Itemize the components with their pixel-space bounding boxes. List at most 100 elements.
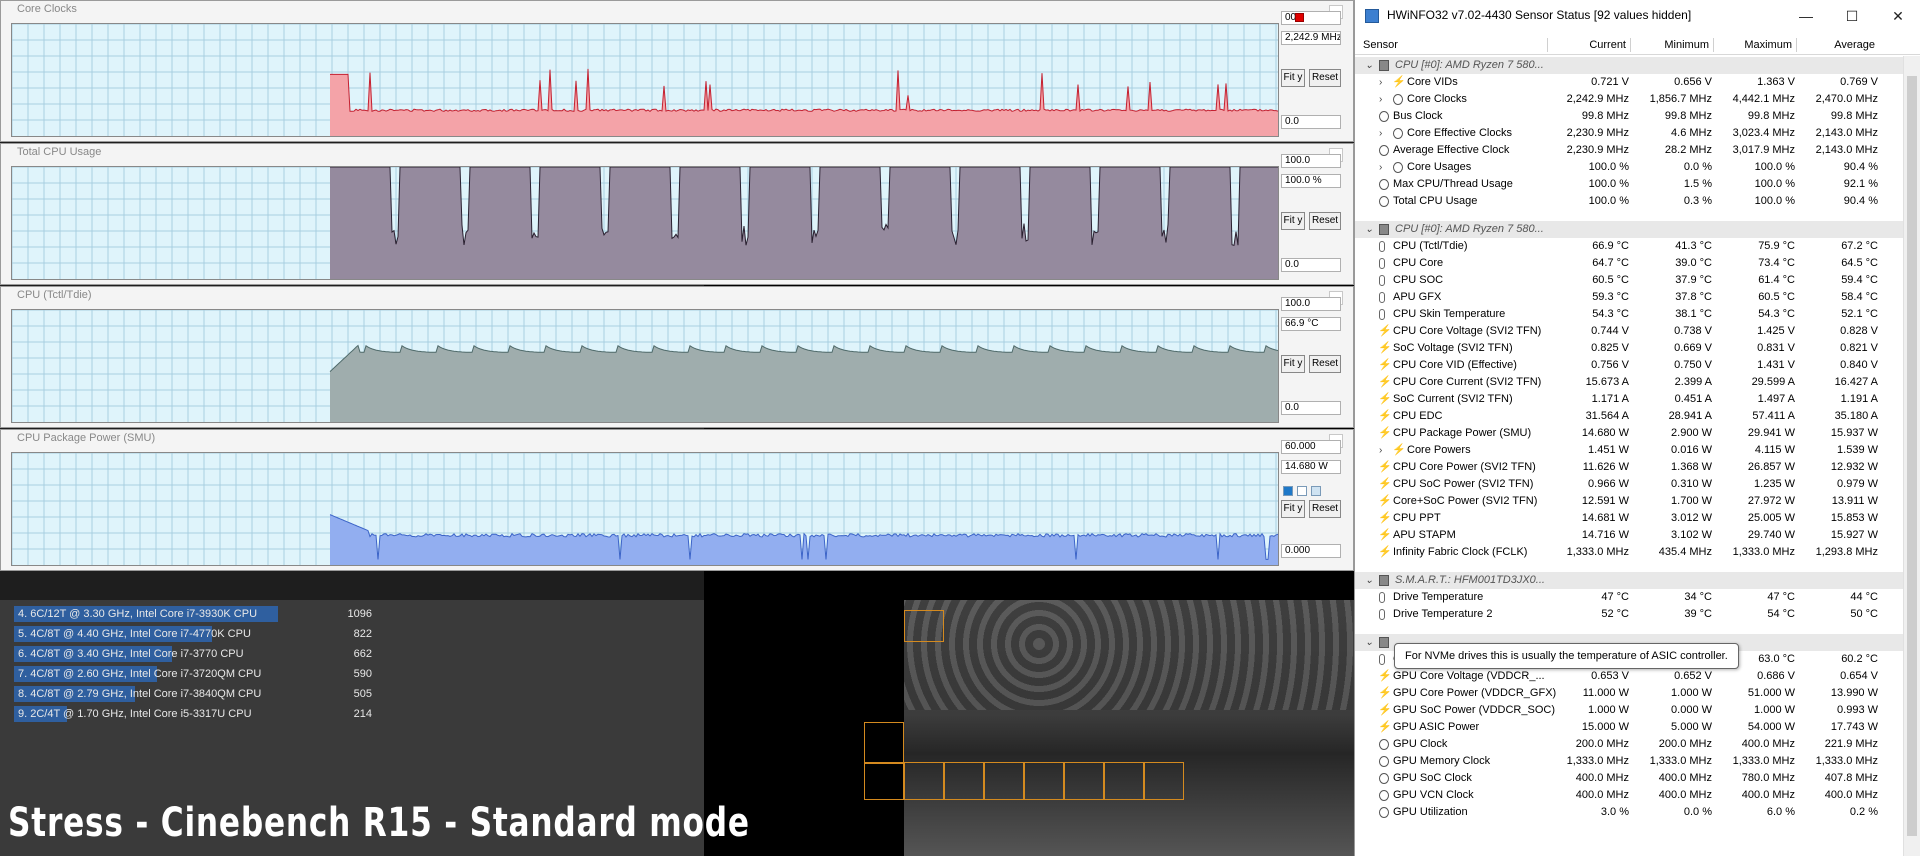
sensor-row[interactable]: › Core Effective Clocks 2,230.9 MHz 4.6 MHz… xyxy=(1355,125,1920,142)
collapse-chevron-icon[interactable]: ⌄ xyxy=(1365,572,1373,589)
sensor-row[interactable]: GPU Clock 200.0 MHz 200.0 MHz 400.0 MHz 221.… xyxy=(1355,736,1920,753)
scrollbar-thumb[interactable] xyxy=(1907,76,1917,836)
sensor-row[interactable]: SoC Voltage (SVI2 TFN) 0.825 V 0.669 V 0.83… xyxy=(1355,340,1920,357)
sensor-row[interactable]: APU GFX 59.3 °C 37.8 °C 60.5 °C 58.4 °C xyxy=(1355,289,1920,306)
column-maximum[interactable]: Maximum xyxy=(1714,36,1792,54)
sensor-row[interactable]: GPU Core Power (VDDCR_GFX) 11.000 W 1.000 … xyxy=(1355,685,1920,702)
fit-y-button[interactable]: Fit y xyxy=(1281,355,1305,373)
average-value: 1.539 W xyxy=(1837,444,1878,456)
maximize-button[interactable]: ☐ xyxy=(1829,0,1875,32)
column-current[interactable]: Current xyxy=(1548,36,1626,54)
sensor-row[interactable]: GPU ASIC Power 15.000 W 5.000 W 54.000 W 17.… xyxy=(1355,719,1920,736)
graph-area xyxy=(330,345,1278,422)
expand-chevron-icon[interactable]: › xyxy=(1379,442,1382,459)
close-button[interactable]: ✕ xyxy=(1875,0,1920,32)
graph-color-icon[interactable] xyxy=(1295,13,1304,22)
sensor-row[interactable]: CPU Core Current (SVI2 TFN) 15.673 A 2.399… xyxy=(1355,374,1920,391)
sensor-group-header[interactable]: ⌄ CPU [#0]: AMD Ryzen 7 580... xyxy=(1355,57,1920,74)
sensor-row[interactable]: CPU Core Power (SVI2 TFN) 11.626 W 1.368 W… xyxy=(1355,459,1920,476)
expand-chevron-icon[interactable]: › xyxy=(1379,91,1382,108)
reset-button[interactable]: Reset xyxy=(1309,69,1341,87)
average-value: 0.654 V xyxy=(1840,670,1878,682)
sensor-row[interactable]: GPU SoC Power (VDDCR_SOC) 1.000 W 0.000 W 1… xyxy=(1355,702,1920,719)
graph-min-value[interactable]: 0.0 xyxy=(1281,115,1341,129)
collapse-chevron-icon[interactable]: ⌄ xyxy=(1365,634,1373,651)
sensor-row[interactable]: CPU Package Power (SMU) 14.680 W 2.900 W 29… xyxy=(1355,425,1920,442)
sensor-row[interactable]: GPU Memory Clock 1,333.0 MHz 1,333.0 MHz 1,… xyxy=(1355,753,1920,770)
sensor-row[interactable]: › Core VIDs 0.721 V 0.656 V 1.363 V 0.769 V xyxy=(1355,74,1920,91)
sensor-row[interactable]: APU STAPM 14.716 W 3.102 W 29.740 W 15.927 W xyxy=(1355,527,1920,544)
sensor-group-header[interactable]: ⌄ CPU [#0]: AMD Ryzen 7 580... xyxy=(1355,221,1920,238)
sensor-group-header[interactable]: ⌄ S.M.A.R.T.: HFM001TD3JX0... xyxy=(1355,572,1920,589)
average-value: 2,143.0 MHz xyxy=(1815,144,1878,156)
column-sensor[interactable]: Sensor xyxy=(1363,36,1398,54)
graph-max-value[interactable]: 60.000 xyxy=(1281,440,1341,454)
column-average[interactable]: Average xyxy=(1797,36,1875,54)
collapse-chevron-icon[interactable]: ⌄ xyxy=(1365,57,1373,74)
sensor-row[interactable]: Drive Temperature 47 °C 34 °C 47 °C 44 °C xyxy=(1355,589,1920,606)
reset-button[interactable]: Reset xyxy=(1309,355,1341,373)
sensor-name: GPU Core Power (VDDCR_GFX) xyxy=(1393,687,1557,699)
sensor-row[interactable]: GPU Utilization 3.0 % 0.0 % 6.0 % 0.2 % xyxy=(1355,804,1920,821)
sensor-name: GPU Clock xyxy=(1393,738,1448,750)
column-minimum[interactable]: Minimum xyxy=(1631,36,1709,54)
fit-y-button[interactable]: Fit y xyxy=(1281,500,1305,518)
vertical-scrollbar[interactable] xyxy=(1903,56,1920,856)
maximum-value: 1,333.0 MHz xyxy=(1732,546,1795,558)
graph-max-value[interactable]: 100.0 xyxy=(1281,154,1341,168)
expand-chevron-icon[interactable]: › xyxy=(1379,74,1382,91)
graph-window-1[interactable]: Total CPU Usage 100.0 100.0 % 0.0 Fit y Reset xyxy=(0,143,1354,285)
sensor-row[interactable]: GPU Core Voltage (VDDCR_... 0.653 V 0.652 … xyxy=(1355,668,1920,685)
reset-button[interactable]: Reset xyxy=(1309,212,1341,230)
fit-y-button[interactable]: Fit y xyxy=(1281,212,1305,230)
graph-min-value[interactable]: 0.0 xyxy=(1281,401,1341,415)
collapse-chevron-icon[interactable]: ⌄ xyxy=(1365,221,1373,238)
sensor-row[interactable]: › Core Usages 100.0 % 0.0 % 100.0 % 90.4 % xyxy=(1355,159,1920,176)
sensor-row[interactable]: Bus Clock 99.8 MHz 99.8 MHz 99.8 MHz 99.8 MH… xyxy=(1355,108,1920,125)
sensor-row[interactable]: › Core Powers 1.451 W 0.016 W 4.115 W 1.539 W xyxy=(1355,442,1920,459)
sensor-row[interactable]: CPU SOC 60.5 °C 37.9 °C 61.4 °C 59.4 °C xyxy=(1355,272,1920,289)
sensor-row[interactable]: CPU Core Voltage (SVI2 TFN) 0.744 V 0.738 … xyxy=(1355,323,1920,340)
current-value: 99.8 MHz xyxy=(1581,110,1629,122)
minimize-button[interactable]: — xyxy=(1783,0,1829,32)
current-value: 12.591 W xyxy=(1581,495,1629,507)
sensor-row[interactable]: CPU Core VID (Effective) 0.756 V 0.750 V 1.… xyxy=(1355,357,1920,374)
graph-option-icon[interactable] xyxy=(1311,486,1321,496)
sensor-row[interactable]: Max CPU/Thread Usage 100.0 % 1.5 % 100.0 % 9… xyxy=(1355,176,1920,193)
sensor-row[interactable]: Infinity Fabric Clock (FCLK) 1,333.0 MHz 4… xyxy=(1355,544,1920,561)
graph-option-icon[interactable] xyxy=(1283,486,1293,496)
sensor-row[interactable]: CPU Skin Temperature 54.3 °C 38.1 °C 54.3 °… xyxy=(1355,306,1920,323)
graph-window-3[interactable]: CPU Package Power (SMU) 60.000 14.680 W 0.0… xyxy=(0,429,1354,571)
sensor-name: Core+SoC Power (SVI2 TFN) xyxy=(1393,495,1538,507)
expand-chevron-icon[interactable]: › xyxy=(1379,125,1382,142)
graph-option-icon[interactable] xyxy=(1297,486,1307,496)
graph-area xyxy=(330,68,1278,136)
graph-min-value[interactable]: 0.0 xyxy=(1281,258,1341,272)
graph-max-value[interactable]: 100.0 xyxy=(1281,297,1341,311)
bolt-icon xyxy=(1378,702,1392,719)
title-bar[interactable]: HWiNFO32 v7.02-4430 Sensor Status [92 va… xyxy=(1355,0,1920,32)
sensor-name: Total CPU Usage xyxy=(1393,195,1478,207)
graph-min-value[interactable]: 0.000 xyxy=(1281,544,1341,558)
sensor-row[interactable]: SoC Current (SVI2 TFN) 1.171 A 0.451 A 1.49… xyxy=(1355,391,1920,408)
sensor-row[interactable]: GPU VCN Clock 400.0 MHz 400.0 MHz 400.0 MHz… xyxy=(1355,787,1920,804)
sensor-row[interactable]: Average Effective Clock 2,230.9 MHz 28.2 M… xyxy=(1355,142,1920,159)
sensor-row[interactable]: › Core Clocks 2,242.9 MHz 1,856.7 MHz 4,442.… xyxy=(1355,91,1920,108)
sensor-row[interactable]: Drive Temperature 2 52 °C 39 °C 54 °C 50 °C xyxy=(1355,606,1920,623)
graph-max-value[interactable]: 00.0 xyxy=(1281,11,1341,25)
reset-button[interactable]: Reset xyxy=(1309,500,1341,518)
sensor-row[interactable]: CPU EDC 31.564 A 28.941 A 57.411 A 35.180 A xyxy=(1355,408,1920,425)
sensor-row[interactable]: CPU Core 64.7 °C 39.0 °C 73.4 °C 64.5 °C xyxy=(1355,255,1920,272)
sensor-row[interactable]: CPU (Tctl/Tdie) 66.9 °C 41.3 °C 75.9 °C 67.2… xyxy=(1355,238,1920,255)
minimum-value: 28.941 A xyxy=(1668,410,1712,422)
render-wallpaper-pattern xyxy=(904,600,1354,710)
sensor-row[interactable]: Core+SoC Power (SVI2 TFN) 12.591 W 1.700 W… xyxy=(1355,493,1920,510)
expand-chevron-icon[interactable]: › xyxy=(1379,159,1382,176)
fit-y-button[interactable]: Fit y xyxy=(1281,69,1305,87)
graph-window-0[interactable]: Core Clocks 00.0 2,242.9 MHz 0.0 Fit yReset xyxy=(0,0,1354,142)
graph-window-2[interactable]: CPU (Tctl/Tdie) 100.0 66.9 °C 0.0 Fit y Reset xyxy=(0,286,1354,428)
sensor-row[interactable]: Total CPU Usage 100.0 % 0.3 % 100.0 % 90.4 % xyxy=(1355,193,1920,210)
sensor-row[interactable]: GPU SoC Clock 400.0 MHz 400.0 MHz 780.0 MHz… xyxy=(1355,770,1920,787)
sensor-row[interactable]: CPU SoC Power (SVI2 TFN) 0.966 W 0.310 W 1.… xyxy=(1355,476,1920,493)
sensor-row[interactable]: CPU PPT 14.681 W 3.012 W 25.005 W 15.853 W xyxy=(1355,510,1920,527)
